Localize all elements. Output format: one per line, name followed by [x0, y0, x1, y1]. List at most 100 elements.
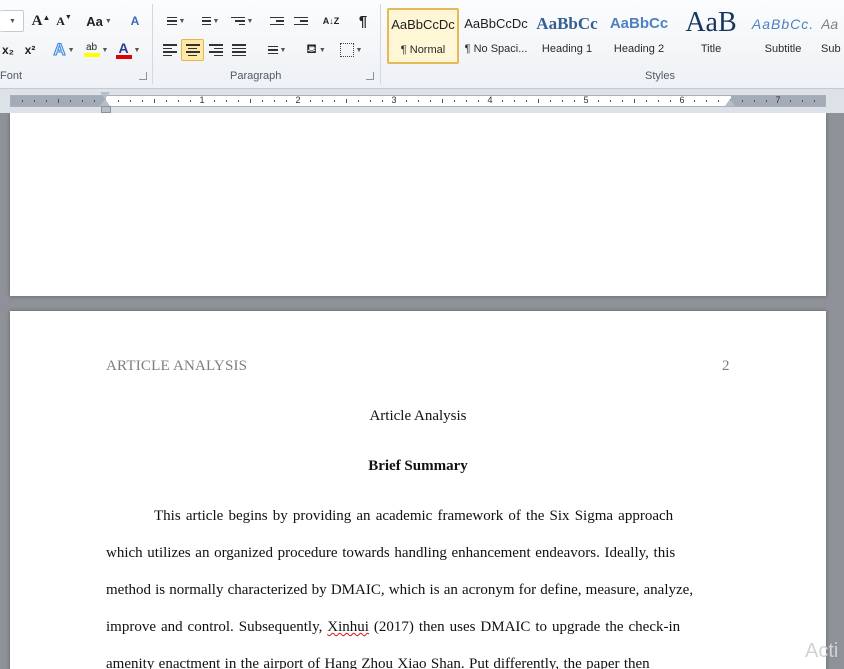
style-subtle-emphasis[interactable]: Aa Sub: [820, 8, 844, 64]
style-name: Title: [700, 43, 722, 55]
first-line-indent-marker[interactable]: [100, 92, 110, 99]
line-text: which utilizes an organized procedure to…: [106, 545, 676, 561]
ruler-tick: [634, 99, 635, 103]
ruler-tick: [22, 100, 23, 102]
bullets-button[interactable]: ▼: [159, 10, 189, 32]
font-color-button[interactable]: A ▼: [114, 39, 142, 61]
change-case-button[interactable]: Aa ▼: [84, 10, 114, 32]
increase-indent-icon: [294, 16, 308, 26]
ruler-tick: [514, 100, 515, 102]
style-heading-2[interactable]: AaBbCc Heading 2: [604, 8, 674, 64]
shrink-font-button[interactable]: A ▼: [53, 10, 75, 32]
ruler-tick: [454, 100, 455, 102]
paint-bucket-icon: ⛾: [306, 41, 317, 56]
ruler-tick: [346, 99, 347, 103]
ruler-number: 3: [391, 95, 397, 105]
align-right-button[interactable]: [205, 39, 227, 61]
ruler-tick: [34, 100, 35, 102]
ruler-tick: [382, 100, 383, 102]
ruler-tick: [562, 100, 563, 102]
style-title[interactable]: AaB Title: [676, 8, 746, 64]
ruler-tick: [166, 100, 167, 102]
sort-icon: A↓Z: [322, 16, 340, 26]
ruler-tick: [142, 100, 143, 102]
ruler-tick: [742, 100, 743, 102]
align-left-button[interactable]: [159, 39, 181, 61]
pilcrow-icon: ¶: [358, 12, 368, 30]
highlight-button[interactable]: ab ▼: [82, 39, 110, 61]
increase-indent-button[interactable]: [290, 10, 312, 32]
style-sample: AaBbCcDc: [391, 17, 455, 32]
style-subtitle[interactable]: AaBbCc. Subtitle: [748, 8, 818, 64]
paragraph-line: improve and control. Subsequently, Xinhu…: [106, 619, 726, 636]
superscript-button[interactable]: x²: [20, 39, 40, 61]
ruler-tick: [538, 99, 539, 103]
ruler-tick: [70, 100, 71, 102]
style-sample: AaB: [685, 9, 737, 37]
group-divider: [380, 4, 381, 84]
align-right-icon: [209, 44, 223, 56]
right-indent-marker[interactable]: [725, 99, 735, 106]
left-indent-marker[interactable]: [101, 106, 111, 113]
paragraph-dialog-launcher-icon[interactable]: [366, 72, 374, 80]
line-text: This article begins by providing an acad…: [154, 508, 674, 524]
ruler-tick: [118, 100, 119, 102]
style-normal[interactable]: AaBbCcDc ¶ Normal: [387, 8, 459, 64]
style-name: Subtitle: [764, 43, 802, 55]
ruler-tick: [610, 100, 611, 102]
grow-font-icon: A: [31, 12, 43, 29]
page-2[interactable]: ARTICLE ANALYSIS 2 Article Analysis Brie…: [10, 311, 826, 669]
ruler-tick: [370, 100, 371, 102]
paragraph-line: method is normally characterized by DMAI…: [106, 582, 726, 599]
multilevel-list-button[interactable]: ▼: [227, 10, 257, 32]
styles-group-label: Styles: [645, 70, 675, 82]
font-dialog-launcher-icon[interactable]: [139, 72, 147, 80]
style-no-spacing[interactable]: AaBbCcDc ¶ No Spaci...: [460, 8, 532, 64]
clear-formatting-button[interactable]: A: [124, 10, 146, 32]
ruler-tick: [130, 100, 131, 102]
decrease-indent-button[interactable]: [266, 10, 288, 32]
hanging-indent-marker[interactable]: [100, 99, 110, 106]
horizontal-ruler[interactable]: 1 2 3 4 5 6 7: [0, 89, 844, 114]
ruler-tick: [754, 100, 755, 102]
line-text: method is normally characterized by DMAI…: [106, 582, 694, 598]
style-heading-1[interactable]: AaBbCc Heading 1: [533, 8, 601, 64]
justify-button[interactable]: [228, 39, 250, 61]
ruler-number: 4: [487, 95, 493, 105]
superscript-icon: x²: [24, 43, 36, 57]
page-1-bottom[interactable]: [10, 113, 826, 296]
style-sample: AaBbCc.: [751, 16, 815, 32]
section-heading: Brief Summary: [368, 458, 468, 474]
borders-icon: [339, 43, 354, 57]
numbering-button[interactable]: ▼: [193, 10, 223, 32]
ruler-tick: [214, 100, 215, 102]
document-canvas[interactable]: ARTICLE ANALYSIS 2 Article Analysis Brie…: [0, 113, 844, 669]
ruler-tick: [58, 99, 59, 103]
page-number: 2: [722, 358, 730, 374]
show-formatting-button[interactable]: ¶: [352, 10, 374, 32]
paragraph-line: which utilizes an organized procedure to…: [106, 545, 726, 562]
spelling-error[interactable]: Xinhui: [327, 619, 369, 635]
align-center-button[interactable]: [181, 39, 204, 61]
font-size-dropdown[interactable]: ▼: [0, 10, 24, 32]
clear-formatting-icon: A: [130, 14, 140, 28]
shading-button[interactable]: ⛾ ▼: [300, 39, 332, 61]
ruler-tick: [694, 100, 695, 102]
line-text: amenity enactment in the airport of Hang…: [106, 656, 650, 669]
grow-font-button[interactable]: A ▲: [30, 10, 52, 32]
ruler-tick: [766, 100, 767, 102]
multilevel-list-icon: [230, 16, 245, 26]
line-spacing-icon: [264, 45, 278, 55]
ruler-tick: [46, 100, 47, 102]
text-effects-button[interactable]: A ▼: [50, 39, 78, 61]
ruler-tick: [262, 100, 263, 102]
sort-button[interactable]: A↓Z: [320, 10, 342, 32]
ruler-tick: [94, 100, 95, 102]
ruler-number: 7: [775, 95, 781, 105]
subscript-button[interactable]: x₂: [0, 39, 16, 61]
ruler-track: 1 2 3 4 5 6 7: [10, 95, 826, 107]
borders-button[interactable]: ▼: [336, 39, 366, 61]
line-spacing-button[interactable]: ▼: [260, 39, 290, 61]
ruler-tick: [442, 99, 443, 103]
subscript-icon: x₂: [1, 43, 14, 57]
